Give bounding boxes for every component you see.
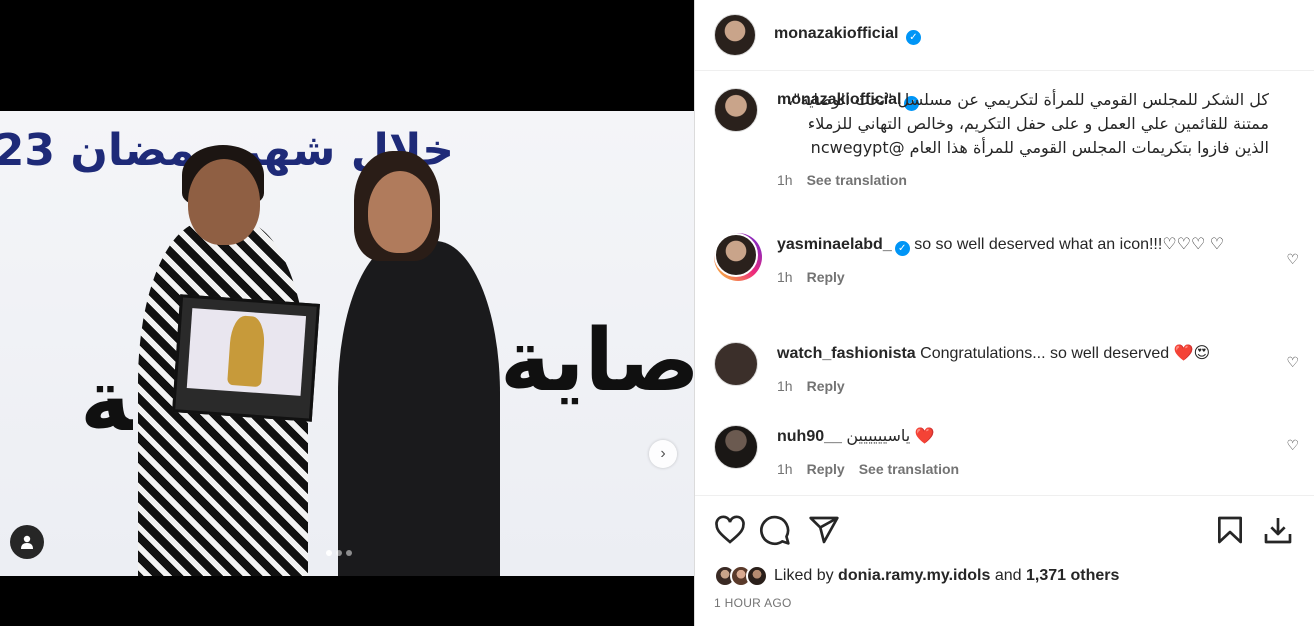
verified-badge-icon: ✓ bbox=[905, 30, 921, 45]
author-avatar[interactable] bbox=[714, 14, 756, 56]
action-bar bbox=[714, 510, 1299, 550]
comment-time: 1h bbox=[777, 269, 793, 285]
post-header: monazakiofficial ✓ bbox=[695, 0, 1314, 71]
comment-text: Congratulations... so well deserved ❤️😍 bbox=[920, 345, 1211, 362]
chevron-right-icon: › bbox=[660, 445, 666, 462]
heart-icon[interactable] bbox=[714, 514, 746, 546]
verified-badge-icon: ✓ bbox=[894, 241, 910, 256]
comments-section[interactable]: monazakiofficial ✓ كل الشكر للمجلس القومي… bbox=[695, 72, 1314, 496]
caption-avatar[interactable] bbox=[714, 88, 758, 132]
liker-avatars bbox=[714, 565, 768, 587]
author-username[interactable]: monazakiofficial bbox=[774, 25, 898, 42]
post-photo[interactable]: خلال شهر رمضان 2023 ﺔ تحت الوصاية › bbox=[0, 111, 694, 576]
user-tag-button[interactable] bbox=[10, 525, 44, 559]
comment-avatar[interactable] bbox=[714, 425, 758, 469]
liker-avatar bbox=[746, 565, 768, 587]
share-icon[interactable] bbox=[808, 514, 840, 546]
reply-button[interactable]: Reply bbox=[807, 374, 845, 398]
reply-button[interactable]: Reply bbox=[807, 457, 845, 481]
comment-like-icon[interactable]: ♡ bbox=[1286, 354, 1299, 371]
post-media: خلال شهر رمضان 2023 ﺔ تحت الوصاية › bbox=[0, 0, 694, 626]
likes-summary: Liked by donia.ramy.my.idols and 1,371 o… bbox=[714, 565, 1119, 587]
comment-like-icon[interactable]: ♡ bbox=[1286, 251, 1299, 268]
caption-time: 1h bbox=[777, 172, 793, 188]
brush-text-right: تحت الوصاية bbox=[500, 311, 694, 411]
carousel-dot bbox=[336, 550, 342, 556]
comment-username[interactable]: watch_fashionista bbox=[777, 345, 916, 362]
comment-username[interactable]: nuh90__ bbox=[777, 428, 842, 445]
award-plaque bbox=[172, 294, 320, 422]
reply-button[interactable]: Reply bbox=[807, 265, 845, 289]
carousel-next-button[interactable]: › bbox=[649, 440, 677, 468]
comment-avatar bbox=[714, 233, 758, 277]
see-translation-button[interactable]: See translation bbox=[859, 457, 959, 481]
bookmark-icon[interactable] bbox=[1214, 514, 1246, 546]
likes-count[interactable]: 1,371 others bbox=[1026, 567, 1119, 585]
likes-prefix: Liked by bbox=[774, 567, 834, 584]
comment-text: so so well deserved what an icon!!!♡♡♡ ♡ bbox=[914, 236, 1225, 253]
caption-text: كل الشكر للمجلس القومي للمرأة لتكريمي عن… bbox=[788, 90, 1269, 157]
download-icon[interactable] bbox=[1262, 514, 1294, 546]
comment-like-icon[interactable]: ♡ bbox=[1286, 437, 1299, 454]
comment-time: 1h bbox=[777, 461, 793, 477]
see-translation-button[interactable]: See translation bbox=[807, 168, 907, 192]
comment-time: 1h bbox=[777, 378, 793, 394]
comment-avatar-ring[interactable] bbox=[714, 233, 762, 281]
likes-and: and bbox=[994, 567, 1022, 584]
carousel-dot bbox=[346, 550, 352, 556]
carousel-dots bbox=[326, 550, 352, 556]
brush-text-left: ﺔ bbox=[80, 351, 133, 451]
post-timestamp: 1 HOUR AGO bbox=[714, 596, 792, 610]
user-tag-icon bbox=[21, 535, 33, 549]
comment-username[interactable]: yasminaelabd_ bbox=[777, 236, 892, 253]
comment-avatar[interactable] bbox=[714, 342, 758, 386]
post-details-panel: monazakiofficial ✓ monazakiofficial ✓ كل … bbox=[694, 0, 1314, 626]
carousel-dot bbox=[326, 550, 332, 556]
liker-username[interactable]: donia.ramy.my.idols bbox=[838, 567, 990, 585]
comment-icon[interactable] bbox=[759, 514, 791, 546]
comment-text: ياسيييييين ❤️ bbox=[846, 428, 935, 445]
